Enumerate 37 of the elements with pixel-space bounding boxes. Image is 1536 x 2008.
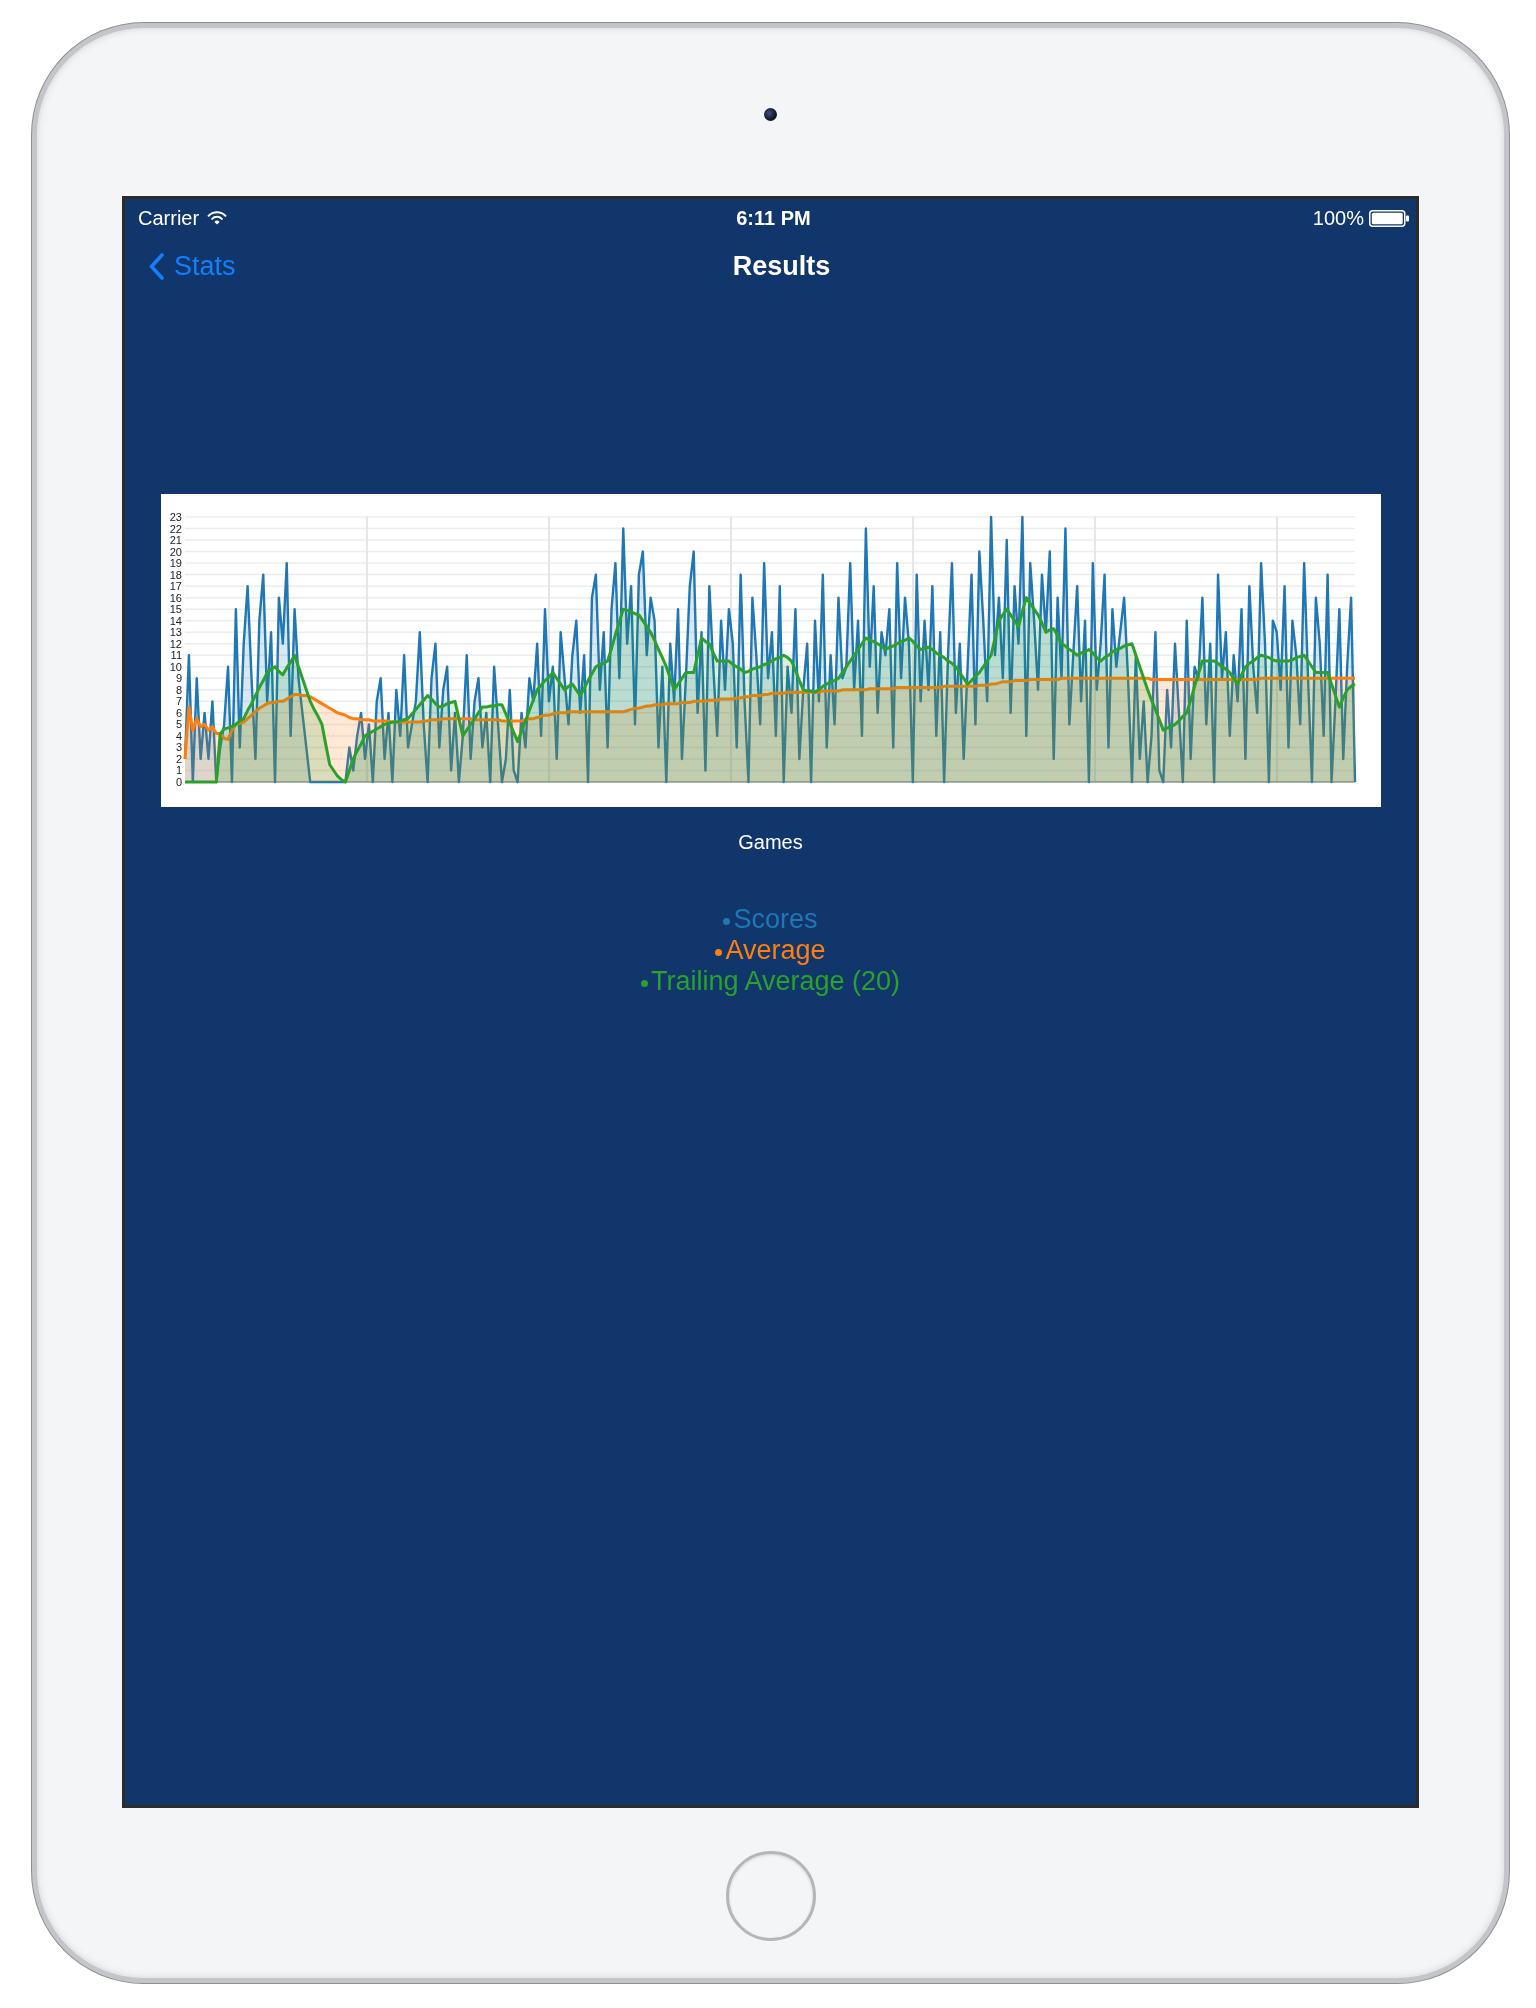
axis-label: 22 [169, 522, 182, 535]
axis-label: 15 [169, 603, 182, 616]
axis-label: 14 [169, 614, 182, 627]
legend-label: Scores [733, 904, 818, 935]
axis-label: 10 [169, 660, 182, 673]
axis-label: 20 [169, 545, 182, 558]
back-button[interactable]: Stats [147, 250, 238, 282]
camera-lens-icon [764, 108, 777, 121]
screen-title: Results [732, 250, 831, 282]
axis-label: 19 [169, 557, 182, 570]
axis-label: 13 [169, 626, 182, 639]
legend-label: Average [725, 935, 826, 966]
axis-label: 17 [169, 580, 182, 593]
axis-label: 2 [175, 752, 182, 765]
axis-label: 4 [175, 729, 182, 742]
battery-percent: 100% [1312, 206, 1364, 230]
axis-label: 3 [175, 741, 182, 754]
axis-title: Games [738, 830, 803, 854]
clock-time: 6:11 PM [736, 206, 811, 230]
chevron-icon [149, 252, 164, 280]
axis-label: 8 [175, 683, 182, 696]
axis-label: 5 [175, 718, 182, 731]
legend-label: Trailing Average (20) [650, 966, 901, 997]
battery-icon [1369, 209, 1409, 227]
axis-label: 11 [170, 649, 182, 662]
axis-label: 12 [169, 637, 182, 650]
axis-label: 9 [175, 672, 182, 685]
axis-label: 0 [175, 776, 182, 788]
axis-label: 23 [169, 511, 182, 523]
axis-label: 1 [175, 764, 182, 777]
wifi-icon [207, 211, 228, 225]
axis-label: 18 [169, 568, 182, 581]
axis-label: 6 [175, 706, 182, 719]
axis-label: 21 [169, 534, 182, 547]
axis-label: 16 [169, 591, 182, 604]
carrier-label: Carrier [138, 206, 200, 230]
axis-label: 7 [175, 695, 182, 708]
